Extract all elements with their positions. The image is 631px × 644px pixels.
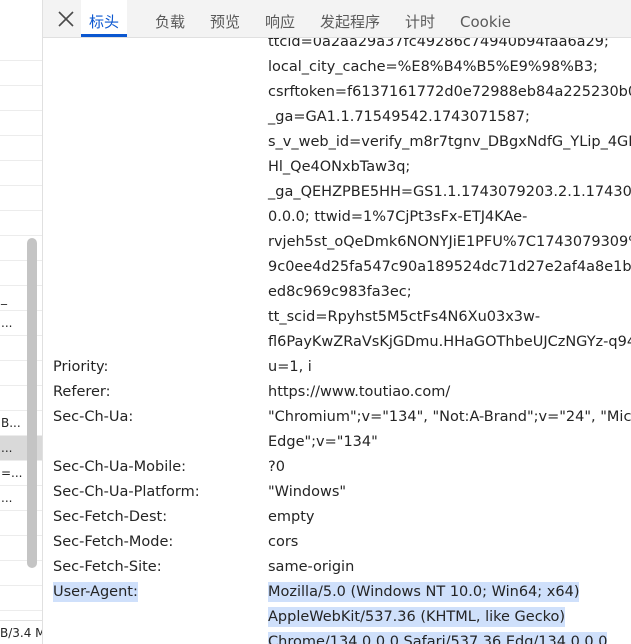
cookie-value-line: _ga=GA1.1.71549542.1743071587; bbox=[268, 109, 530, 125]
cookie-value-line: Hl_Qe4ONxbTaw3q; bbox=[268, 159, 411, 175]
cookie-value-line: rvjeh5st_oQeDmk6NONYJiE1PFU%7C1743079309… bbox=[268, 234, 631, 250]
request-row[interactable] bbox=[0, 211, 42, 236]
tab-5[interactable]: 计时 bbox=[405, 0, 435, 37]
request-row[interactable] bbox=[0, 36, 42, 61]
cookie-value-line: 0.0.0; ttwid=1%7CjPt3sFx-ETJ4KAe- bbox=[268, 209, 528, 225]
tab-4[interactable]: 发起程序 bbox=[320, 0, 380, 37]
header-value: https://www.toutiao.com/ bbox=[268, 384, 451, 400]
header-value: ?0 bbox=[268, 459, 285, 475]
request-row[interactable] bbox=[0, 61, 42, 86]
header-name: Sec-Fetch-Site: bbox=[53, 559, 162, 575]
cookie-value-line: _ga_QEHZPBE5HH=GS1.1.1743079203.2.1.1743… bbox=[268, 184, 631, 200]
tab-0[interactable]: 标头 bbox=[81, 0, 128, 37]
tab-1[interactable]: 负载 bbox=[155, 0, 185, 37]
header-name: Sec-Fetch-Dest: bbox=[53, 509, 168, 525]
header-value: AppleWebKit/537.36 (KHTML, like Gecko) bbox=[268, 607, 566, 627]
cookie-value-line: ttcid=0a2aa29a37fc49286c74940b94faa6a29; bbox=[268, 38, 609, 50]
header-value: cors bbox=[268, 534, 299, 550]
cookie-value-line: ed8c969c983fa3ec; bbox=[268, 284, 412, 300]
header-value: Mozilla/5.0 (Windows NT 10.0; Win64; x64… bbox=[268, 582, 580, 602]
header-value: Edge";v="134" bbox=[268, 434, 378, 450]
close-icon[interactable] bbox=[55, 8, 77, 30]
request-list: _... B...... =...... B/3.4 M bbox=[0, 0, 43, 644]
header-name: Referer: bbox=[53, 384, 111, 400]
header-name: User-Agent: bbox=[53, 582, 138, 602]
cookie-value-line: s_v_web_id=verify_m8r7tgnv_DBgxNdfG_YLip… bbox=[268, 134, 631, 150]
header-value: empty bbox=[268, 509, 315, 525]
request-row[interactable] bbox=[0, 586, 42, 611]
cookie-value-line: fl6PayKwZRaVsKjGDmu.HHaGOThbeUJCzNGYz-q9… bbox=[268, 334, 631, 350]
request-row[interactable] bbox=[0, 161, 42, 186]
request-row[interactable] bbox=[0, 86, 42, 111]
request-list-footer: B/3.4 M bbox=[0, 620, 42, 644]
header-value: u=1, i bbox=[268, 359, 312, 375]
request-row[interactable] bbox=[0, 136, 42, 161]
request-row[interactable] bbox=[0, 186, 42, 211]
cookie-value-line: local_city_cache=%E8%B4%B5%E9%98%B3; bbox=[268, 59, 598, 75]
header-value: "Chromium";v="134", "Not:A-Brand";v="24"… bbox=[268, 409, 631, 425]
tab-6[interactable]: Cookie bbox=[460, 0, 511, 37]
header-value: same-origin bbox=[268, 559, 355, 575]
header-name: Sec-Fetch-Mode: bbox=[53, 534, 174, 550]
headers-panel: ttcid=0a2aa29a37fc49286c74940b94faa6a29;… bbox=[43, 38, 631, 644]
header-name: Sec-Ch-Ua-Mobile: bbox=[53, 459, 187, 475]
cookie-value-line: tt_scid=Rpyhst5M5ctFs4N6Xu03x3w- bbox=[268, 309, 541, 325]
header-name: Sec-Ch-Ua-Platform: bbox=[53, 484, 200, 500]
request-row[interactable] bbox=[0, 111, 42, 136]
cookie-value-line: 9c0ee4d25fa547c90a189524dc71d27e2af4a8e1… bbox=[268, 259, 631, 275]
tab-2[interactable]: 预览 bbox=[210, 0, 240, 37]
tab-3[interactable]: 响应 bbox=[265, 0, 295, 37]
header-value: Chrome/134.0.0.0 Safari/537.36 Edg/134.0… bbox=[268, 632, 608, 644]
details-tab-bar: 标头 负载 预览 响应 发起程序 计时 Cookie bbox=[43, 0, 631, 38]
cookie-value-line: csrftoken=f6137161772d0e72988eb84a225230… bbox=[268, 84, 631, 100]
header-name: Priority: bbox=[53, 359, 109, 375]
header-value: "Windows" bbox=[268, 484, 347, 500]
header-name: Sec-Ch-Ua: bbox=[53, 409, 134, 425]
request-list-scrollbar[interactable] bbox=[27, 238, 37, 568]
